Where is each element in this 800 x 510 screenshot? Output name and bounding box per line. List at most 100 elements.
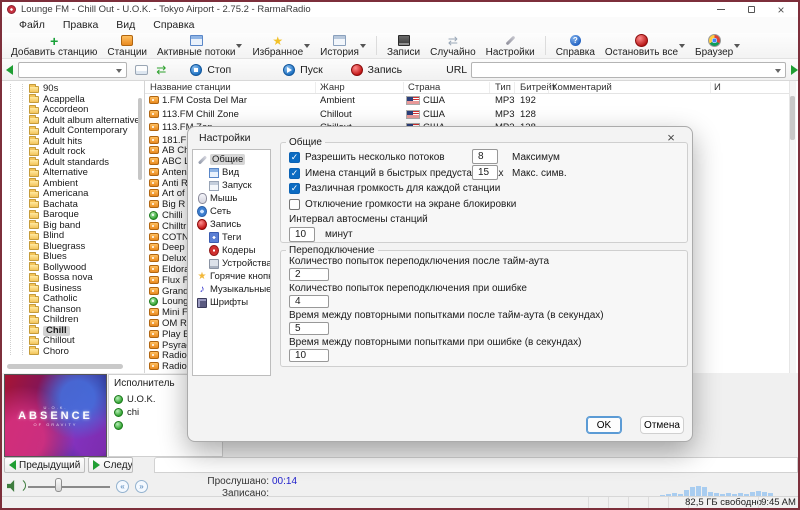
- column-header[interactable]: Тип: [495, 82, 511, 93]
- column-header[interactable]: Название станции: [150, 82, 231, 93]
- toolbar-button[interactable]: [544, 36, 546, 55]
- settings-tree-item[interactable]: Устройства запи: [193, 257, 270, 270]
- settings-tree-item[interactable]: Запись: [193, 218, 270, 231]
- settings-tree-item[interactable]: Мышь: [193, 192, 270, 205]
- settings-tree-item[interactable]: Сеть: [193, 205, 270, 218]
- genre-item[interactable]: Accordeon: [2, 104, 135, 116]
- toolbar-button[interactable]: Настройки: [481, 33, 540, 58]
- chevron-down-icon[interactable]: [304, 44, 311, 48]
- horizontal-scrollbar-thumb[interactable]: [7, 364, 123, 369]
- toolbar-button[interactable]: История: [315, 33, 366, 58]
- back-arrow-icon[interactable]: [6, 64, 13, 75]
- checkbox[interactable]: [289, 167, 300, 179]
- settings-tree-item[interactable]: Музыкальные файл: [193, 283, 270, 296]
- folder-icon: [29, 304, 39, 314]
- play-icon: [283, 63, 296, 76]
- settings-tree-item[interactable]: Горячие кнопки: [193, 270, 270, 283]
- interval-input[interactable]: 10: [289, 227, 315, 242]
- toolbar-button[interactable]: Записи: [382, 33, 425, 58]
- genre-item[interactable]: Baroque: [2, 209, 135, 221]
- toolbar-button[interactable]: [375, 36, 377, 55]
- toolbar-button[interactable]: Избранное: [247, 33, 311, 58]
- menu-item[interactable]: Вид: [107, 19, 144, 31]
- go-play-icon[interactable]: [791, 64, 798, 75]
- toolbar-button[interactable]: Браузер: [690, 33, 741, 58]
- vertical-scrollbar-thumb[interactable]: [138, 98, 142, 180]
- genre-item[interactable]: Bluegrass: [2, 241, 135, 253]
- speaker-icon[interactable]: [7, 480, 15, 492]
- chevron-down-icon[interactable]: [359, 44, 366, 48]
- station-row[interactable]: 113.FM Chill Zone Chillout США MP3 128: [145, 108, 796, 122]
- station-row[interactable]: 1.FM Costa Del Mar Ambient США MP3 192: [145, 94, 796, 108]
- genre-item[interactable]: 90s: [2, 83, 135, 95]
- genre-item[interactable]: Catholic: [2, 293, 135, 305]
- number-input[interactable]: 5: [289, 322, 329, 335]
- vertical-scrollbar-thumb[interactable]: [790, 96, 795, 140]
- field-label: Количество попыток переподключения при о…: [289, 283, 527, 294]
- settings-tree-item[interactable]: Шрифты: [193, 296, 270, 309]
- volume-slider-thumb[interactable]: [55, 478, 62, 492]
- record-button[interactable]: Запись: [350, 63, 402, 76]
- cancel-button[interactable]: Отмена: [640, 416, 684, 434]
- settings-tree-item[interactable]: Теги: [193, 231, 270, 244]
- start-button[interactable]: Пуск: [283, 63, 323, 76]
- genre-item[interactable]: Bossa nova: [2, 272, 135, 284]
- chevron-down-icon[interactable]: [679, 44, 686, 48]
- toolbar-button[interactable]: Добавить станцию: [6, 33, 102, 58]
- previous-button[interactable]: Предыдущий: [4, 457, 86, 473]
- number-input[interactable]: 2: [289, 268, 329, 281]
- toolbar-button[interactable]: Остановить все: [600, 33, 686, 58]
- column-header[interactable]: Жанр: [320, 82, 345, 93]
- toolbar-button[interactable]: Активные потоки: [152, 33, 243, 58]
- genre-item[interactable]: Big band: [2, 220, 135, 232]
- ok-button[interactable]: OK: [586, 416, 622, 434]
- genre-item[interactable]: Alternative: [2, 167, 135, 179]
- menu-item[interactable]: Файл: [10, 19, 54, 31]
- column-header[interactable]: Страна: [408, 82, 440, 93]
- column-header[interactable]: Битрейт: [520, 82, 556, 93]
- stop-button[interactable]: Стоп: [190, 63, 231, 76]
- genre-item[interactable]: Choro: [2, 346, 135, 358]
- minimize-button[interactable]: [706, 2, 736, 17]
- genre-item[interactable]: Adult rock: [2, 146, 135, 158]
- checkbox[interactable]: [289, 198, 300, 210]
- number-input[interactable]: 8: [472, 149, 498, 164]
- number-input[interactable]: 15: [472, 164, 498, 180]
- column-header[interactable]: И: [714, 82, 721, 93]
- number-input[interactable]: 10: [289, 349, 329, 362]
- settings-tree-item[interactable]: Вид: [193, 166, 270, 179]
- maximize-button[interactable]: [736, 2, 766, 17]
- refresh-icon[interactable]: ⇄: [156, 63, 166, 77]
- settings-tree-item[interactable]: Запуск: [193, 179, 270, 192]
- genre-item[interactable]: Americana: [2, 188, 135, 200]
- checkbox[interactable]: [289, 183, 300, 195]
- settings-tree-item[interactable]: Кодеры: [193, 244, 270, 257]
- genre-item[interactable]: Adult Contemporary: [2, 125, 135, 137]
- checkbox-label: Отключение громкости на экране блокировк…: [305, 198, 517, 210]
- url-combobox[interactable]: [471, 61, 786, 78]
- menu-item[interactable]: Справка: [144, 19, 203, 31]
- column-header[interactable]: Комментарий: [552, 82, 612, 93]
- genre-item[interactable]: Chillout: [2, 335, 135, 347]
- genre-item[interactable]: Blind: [2, 230, 135, 242]
- close-button[interactable]: [766, 2, 796, 17]
- menu-item[interactable]: Правка: [54, 19, 107, 31]
- number-input[interactable]: 4: [289, 295, 329, 308]
- chevron-down-icon[interactable]: [236, 44, 243, 48]
- preset-combobox[interactable]: [18, 61, 128, 78]
- genre-item[interactable]: Children: [2, 314, 135, 326]
- toolbar-button[interactable]: Справка: [551, 33, 600, 58]
- checkbox[interactable]: [289, 152, 300, 164]
- titlebar[interactable]: Lounge FM - Chill Out - U.O.K. - Tokyo A…: [2, 2, 798, 17]
- volume-slider-track[interactable]: [28, 486, 110, 488]
- next-button[interactable]: Следующий: [88, 457, 134, 473]
- settings-tree-item[interactable]: Общие: [193, 153, 270, 166]
- toolbar-button[interactable]: Станции: [102, 33, 152, 58]
- seek-back-button[interactable]: [116, 480, 129, 493]
- genre-item[interactable]: Blues: [2, 251, 135, 263]
- vertical-scrollbar[interactable]: [789, 81, 796, 373]
- seek-forward-button[interactable]: [135, 480, 148, 493]
- toolbar-button[interactable]: Случайно: [425, 33, 481, 58]
- chevron-down-icon[interactable]: [734, 44, 741, 48]
- rename-icon[interactable]: [135, 64, 149, 75]
